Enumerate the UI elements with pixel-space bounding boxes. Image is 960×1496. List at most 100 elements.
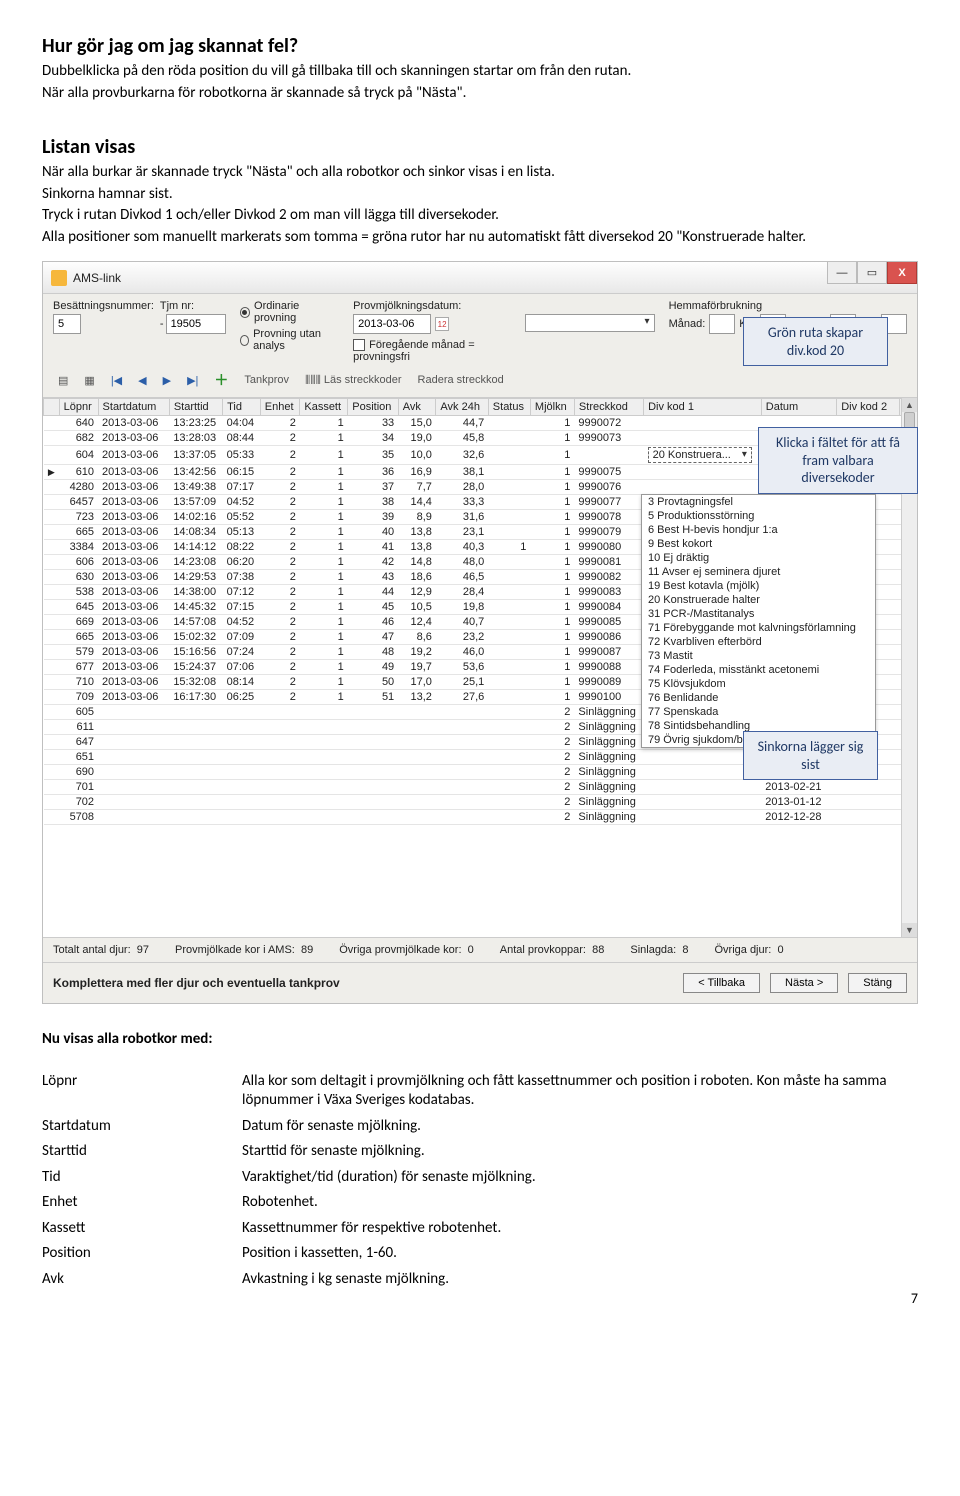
table-row[interactable]: 57082Sinläggning2012-12-28	[44, 810, 917, 825]
app-title: AMS-link	[73, 271, 121, 285]
provdatum-input[interactable]	[353, 314, 431, 334]
nav-first-icon[interactable]: |◀	[106, 371, 127, 390]
besattning-label: Besättningsnummer:	[53, 300, 154, 312]
divkod-option[interactable]: 71 Förebyggande mot kalvningsförlamning	[642, 621, 875, 635]
divkod-option[interactable]: 31 PCR-/Mastitanalys	[642, 607, 875, 621]
app-icon	[51, 270, 67, 286]
divkod-option[interactable]: 76 Benlidande	[642, 691, 875, 705]
toolbar-icon-1[interactable]: ▤	[53, 371, 73, 390]
nav-prev-icon[interactable]: ◀	[133, 371, 151, 390]
col-dat[interactable]: Datum	[761, 399, 836, 416]
divkod-option[interactable]: 3 Provtagningsfel	[642, 495, 875, 509]
definition-desc: Robotenhet.	[242, 1193, 918, 1213]
definition-row: LöpnrAlla kor som deltagit i provmjölkni…	[42, 1072, 918, 1111]
scroll-down-icon[interactable]: ▼	[902, 923, 917, 937]
callout-click-field: Klicka i fältet för att få fram valbara …	[758, 427, 918, 494]
definition-term: Avk	[42, 1270, 242, 1290]
bottom-bar: Komplettera med fler djur och eventuella…	[43, 963, 917, 1003]
col-mj[interactable]: Mjölkn	[530, 399, 574, 416]
definition-term: Kassett	[42, 1219, 242, 1239]
divkod-open-cell[interactable]: 20 Konstruera...	[648, 447, 752, 463]
definition-desc: Kassettnummer för respektive robotenhet.	[242, 1219, 918, 1239]
divkod-option[interactable]: 73 Mastit	[642, 649, 875, 663]
nav-last-icon[interactable]: ▶|	[182, 371, 203, 390]
provdatum-label: Provmjölkningsdatum:	[353, 300, 506, 312]
col-avk[interactable]: Avk	[398, 399, 436, 416]
col-kas[interactable]: Kassett	[300, 399, 348, 416]
las-streckkoder-button[interactable]: ⦀⦀⦀ Läs streckkoder	[300, 370, 407, 391]
definition-term: Starttid	[42, 1142, 242, 1162]
definition-desc: Position i kassetten, 1-60.	[242, 1244, 918, 1264]
window-controls: — ▭ X	[827, 262, 917, 284]
back-button[interactable]: < Tillbaka	[683, 973, 760, 993]
foreg-checkbox[interactable]	[353, 339, 365, 351]
definition-term: Position	[42, 1244, 242, 1264]
col-enh[interactable]: Enhet	[260, 399, 300, 416]
divkod-option[interactable]: 11 Avser ej seminera djuret	[642, 565, 875, 579]
col-lopnr[interactable]: Löpnr	[59, 399, 98, 416]
definition-desc: Avkastning i kg senaste mjölkning.	[242, 1270, 918, 1290]
definition-row: StarttidStarttid för senaste mjölkning.	[42, 1142, 918, 1162]
maximize-button[interactable]: ▭	[857, 262, 887, 284]
definition-desc: Datum för senaste mjölkning.	[242, 1117, 918, 1137]
page-number: 7	[911, 1290, 918, 1307]
col-datum[interactable]: Startdatum	[98, 399, 169, 416]
definition-row: PositionPosition i kassetten, 1-60.	[42, 1244, 918, 1264]
hemma-title: Hemmaförbrukning	[669, 300, 907, 312]
definition-row: KassettKassettnummer för respektive robo…	[42, 1219, 918, 1239]
nu-visas-heading: Nu visas alla robotkor med:	[42, 1030, 918, 1050]
col-dk2[interactable]: Div kod 2	[837, 399, 900, 416]
divkod-option[interactable]: 5 Produktionsstörning	[642, 509, 875, 523]
table-row[interactable]: 7022Sinläggning2013-01-12	[44, 795, 917, 810]
calendar-icon[interactable]: 12	[435, 317, 449, 331]
divkod-option[interactable]: 6 Best H-bevis hondjur 1:a	[642, 523, 875, 537]
divkod-dropdown[interactable]: 3 Provtagningsfel5 Produktionsstörning6 …	[641, 494, 876, 748]
titlebar: AMS-link — ▭ X	[43, 262, 917, 294]
minimize-button[interactable]: —	[827, 262, 857, 284]
col-stid[interactable]: Starttid	[169, 399, 222, 416]
dropdown-empty[interactable]	[525, 314, 655, 332]
col-a24[interactable]: Avk 24h	[436, 399, 488, 416]
nav-next-icon[interactable]: ▶	[158, 371, 176, 390]
radera-streckkod-button[interactable]: Radera streckkod	[413, 371, 509, 389]
definition-desc: Varaktighet/tid (duration) för senaste m…	[242, 1168, 918, 1188]
radio-ordinarie[interactable]: Ordinarie provning	[240, 300, 340, 324]
para-error-2: När alla provburkarna för robotkorna är …	[42, 84, 918, 104]
besattning-input[interactable]	[53, 314, 81, 334]
col-pos[interactable]: Position	[348, 399, 398, 416]
status-row: Totalt antal djur: 97 Provmjölkade kor i…	[43, 938, 917, 963]
col-streck[interactable]: Streckkod	[574, 399, 643, 416]
divkod-option[interactable]: 10 Ej dräktig	[642, 551, 875, 565]
divkod-option[interactable]: 75 Klövsjukdom	[642, 677, 875, 691]
next-button[interactable]: Nästa >	[770, 973, 838, 993]
heading-list: Listan visas	[42, 135, 918, 159]
col-tid[interactable]: Tid	[223, 399, 261, 416]
radio-utan-analys[interactable]: Provning utan analys	[240, 328, 340, 352]
scroll-up-icon[interactable]: ▲	[902, 398, 917, 412]
tjm-input[interactable]	[166, 314, 226, 334]
definition-term: Löpnr	[42, 1072, 242, 1111]
divkod-option[interactable]: 74 Foderleda, misstänkt acetonemi	[642, 663, 875, 677]
hemma-month1[interactable]	[709, 314, 735, 334]
heading-error: Hur gör jag om jag skannat fel?	[42, 34, 918, 58]
divkod-option[interactable]: 77 Spenskada	[642, 705, 875, 719]
tankprov-button[interactable]: Tankprov	[239, 371, 294, 389]
divkod-option[interactable]: 20 Konstruerade halter	[642, 593, 875, 607]
callout-green: Grön ruta skapar div.kod 20	[743, 317, 888, 366]
toolbar: ▤ ▦ |◀ ◀ ▶ ▶| ＋ Tankprov ⦀⦀⦀ Läs streckk…	[43, 367, 917, 398]
col-dk1[interactable]: Div kod 1	[644, 399, 762, 416]
divkod-option[interactable]: 19 Best kotavla (mjölk)	[642, 579, 875, 593]
close-dialog-button[interactable]: Stäng	[848, 973, 907, 993]
divkod-option[interactable]: 72 Kvarbliven efterbörd	[642, 635, 875, 649]
tjm-label: Tjm nr:	[160, 300, 226, 312]
para-list-3: Tryck i rutan Divkod 1 och/eller Divkod …	[42, 206, 918, 226]
toolbar-icon-2[interactable]: ▦	[79, 371, 99, 390]
bottom-hint: Komplettera med fler djur och eventuella…	[53, 976, 340, 990]
divkod-option[interactable]: 9 Best kokort	[642, 537, 875, 551]
close-button[interactable]: X	[887, 262, 917, 284]
table-row[interactable]: 7012Sinläggning2013-02-21	[44, 780, 917, 795]
col-status[interactable]: Status	[488, 399, 530, 416]
screenshot-wrap: Grön ruta skapar div.kod 20 Klicka i fäl…	[42, 261, 918, 1004]
definitions-table: LöpnrAlla kor som deltagit i provmjölkni…	[42, 1072, 918, 1290]
add-icon[interactable]: ＋	[209, 367, 233, 393]
